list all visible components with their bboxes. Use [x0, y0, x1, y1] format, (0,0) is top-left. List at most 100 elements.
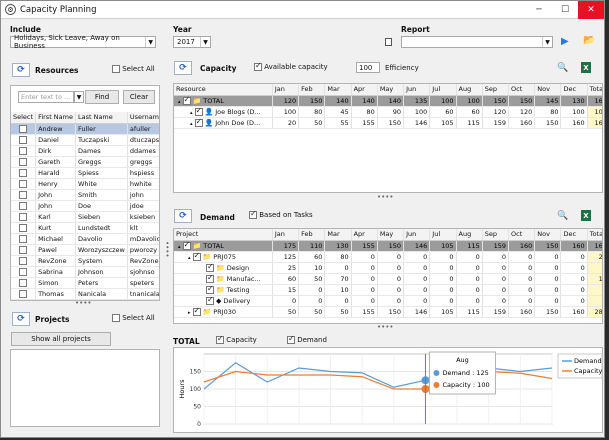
expand-icon[interactable]: ▴ — [178, 244, 181, 250]
demand-row[interactable]: ▴📁PRJ0751256080000000000265 — [174, 251, 602, 263]
demand-row[interactable]: 📁Testing1501000000000025 — [174, 284, 602, 296]
based-on-tasks-checkbox[interactable] — [249, 209, 257, 219]
row-checkbox[interactable] — [19, 278, 28, 287]
search-icon[interactable]: 🔍 — [557, 63, 568, 73]
excel-export-icon[interactable]: X — [581, 62, 591, 73]
expand-icon[interactable]: ▴ — [188, 255, 191, 261]
row-checkbox[interactable] — [182, 95, 191, 105]
projects-refresh-button[interactable]: ⟳ — [12, 312, 30, 326]
column-header[interactable]: Resource — [174, 84, 273, 96]
select-cell[interactable] — [11, 134, 37, 146]
chart-capacity-checkbox[interactable] — [216, 334, 224, 344]
row-checkbox[interactable] — [182, 240, 191, 250]
row-checkbox[interactable] — [194, 117, 203, 127]
vertical-splitter-handle[interactable]: •••• — [163, 241, 171, 258]
column-header[interactable]: Sep — [482, 229, 510, 241]
resource-row[interactable]: Henry White hwhite — [11, 178, 159, 190]
row-checkbox[interactable] — [19, 146, 28, 155]
play-icon[interactable]: ▶ — [561, 36, 569, 47]
capacity-row[interactable]: ▴👤Joe Blogs (D...10080458090100606012012… — [174, 106, 602, 118]
splitter-handle[interactable]: •••• — [377, 323, 394, 331]
resource-row[interactable]: Thomas Nanicala tnanicala — [11, 288, 159, 300]
resource-row[interactable]: Simon Peters speters — [11, 277, 159, 289]
select-cell[interactable] — [11, 288, 37, 300]
row-checkbox[interactable] — [19, 168, 28, 177]
column-header[interactable]: Jul — [429, 84, 457, 96]
excel-export-icon[interactable]: X — [581, 210, 591, 221]
column-header[interactable]: Oct — [508, 229, 536, 241]
collapse-icon[interactable]: ▸ — [188, 310, 191, 316]
find-button[interactable]: Find — [85, 90, 119, 104]
demand-row[interactable]: ▴📁TOTAL175110130155150146105115159160150… — [174, 240, 602, 252]
resource-row[interactable]: Sabrina Johnson sjohnso — [11, 266, 159, 278]
resource-row[interactable]: Karl Sieben ksieben — [11, 211, 159, 223]
splitter-handle[interactable]: •••• — [75, 299, 92, 307]
column-header[interactable]: Aug — [456, 84, 483, 96]
maximize-button[interactable]: ☐ — [552, 1, 578, 19]
select-cell[interactable] — [11, 123, 37, 135]
resource-row[interactable]: John Doe jdoe — [11, 200, 159, 212]
resource-row[interactable]: Gareth Greggs greggs — [11, 156, 159, 168]
row-checkbox[interactable] — [19, 223, 28, 232]
resource-row[interactable]: Daniel Tuczapski dtuczaps — [11, 134, 159, 146]
column-header[interactable]: Oct — [508, 84, 536, 96]
projects-select-all[interactable]: Select All — [112, 314, 155, 322]
demand-row[interactable]: ▸📁PRJ03050505015515014610511515916015016… — [174, 306, 602, 318]
chart-capacity-toggle[interactable]: Capacity — [216, 334, 257, 344]
demand-refresh-button[interactable]: ⟳ — [174, 209, 192, 223]
demand-row[interactable]: ◆Delivery0000000000000 — [174, 295, 602, 307]
row-checkbox[interactable] — [19, 190, 28, 199]
column-header[interactable]: Jun — [403, 229, 431, 241]
column-header[interactable]: Feb — [298, 229, 326, 241]
include-select[interactable]: Holidays, Sick Leave, Away on Business ▼ — [10, 34, 156, 50]
report-select[interactable]: ▼ — [401, 36, 553, 48]
resource-row[interactable]: John Smith john — [11, 189, 159, 201]
select-cell[interactable] — [11, 222, 37, 234]
report-blank-icon[interactable] — [385, 38, 392, 46]
column-header[interactable]: First Name — [35, 112, 76, 124]
row-checkbox[interactable] — [19, 124, 28, 133]
column-header[interactable]: Usernam — [127, 112, 159, 124]
select-cell[interactable] — [11, 211, 37, 223]
row-checkbox[interactable] — [192, 306, 201, 316]
column-header[interactable]: Sep — [482, 84, 510, 96]
row-checkbox[interactable] — [19, 245, 28, 254]
column-header[interactable]: Dec — [560, 229, 588, 241]
select-cell[interactable] — [11, 189, 37, 201]
column-header[interactable]: Jan — [272, 229, 300, 241]
capacity-refresh-button[interactable]: ⟳ — [174, 61, 192, 75]
row-checkbox[interactable] — [206, 262, 214, 272]
chart-demand-toggle[interactable]: Demand — [287, 334, 327, 344]
based-on-tasks-toggle[interactable]: Based on Tasks — [249, 209, 313, 219]
resource-row[interactable]: Harald Spiess hspiess — [11, 167, 159, 179]
column-header[interactable]: Nov — [534, 229, 562, 241]
column-header[interactable]: Apr — [351, 84, 378, 96]
column-header[interactable]: Mar — [324, 84, 352, 96]
row-checkbox[interactable] — [19, 212, 28, 221]
column-header[interactable]: May — [377, 84, 405, 96]
resources-select-all[interactable]: Select All — [112, 65, 155, 73]
row-checkbox[interactable] — [19, 289, 28, 298]
resource-row[interactable]: Dirk Dames ddames — [11, 145, 159, 157]
row-checkbox[interactable] — [206, 295, 214, 305]
row-checkbox[interactable] — [19, 201, 28, 210]
resource-row[interactable]: Pawel Worozyszczew pworozy — [11, 244, 159, 256]
chart-demand-checkbox[interactable] — [287, 334, 295, 344]
row-checkbox[interactable] — [192, 251, 201, 261]
column-header[interactable]: Nov — [534, 84, 562, 96]
collapse-icon[interactable]: ▴ — [190, 121, 193, 127]
capacity-row[interactable]: ▴👤John Doe (D...205055155150146105115159… — [174, 117, 602, 129]
show-all-projects-button[interactable]: Show all projects — [11, 332, 111, 346]
folder-icon[interactable]: 📂 — [583, 35, 595, 46]
close-button[interactable]: ✕ — [578, 1, 604, 19]
column-header[interactable]: Mar — [324, 229, 352, 241]
collapse-icon[interactable]: ▴ — [190, 110, 193, 116]
select-cell[interactable] — [11, 200, 37, 212]
row-checkbox[interactable] — [19, 234, 28, 243]
resource-row[interactable]: Kurt Lundstedt klt — [11, 222, 159, 234]
column-header[interactable]: Jun — [403, 84, 431, 96]
available-capacity-toggle[interactable]: Available capacity — [254, 61, 328, 71]
projects-select-all-checkbox[interactable] — [112, 314, 120, 322]
column-header[interactable]: Project — [174, 229, 273, 241]
select-cell[interactable] — [11, 244, 37, 256]
